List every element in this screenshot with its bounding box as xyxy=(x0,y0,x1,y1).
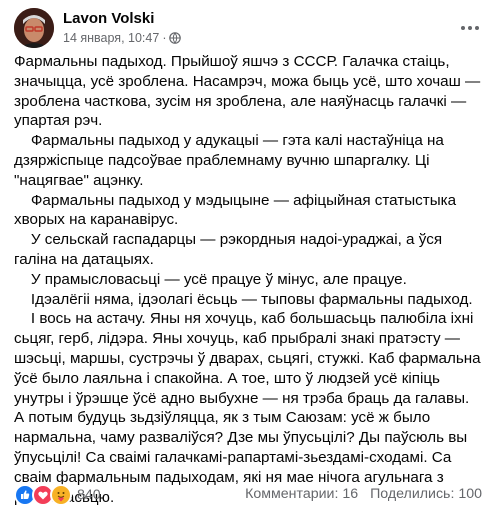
dot-icon xyxy=(468,26,472,30)
separator-dot: · xyxy=(162,31,167,45)
post-paragraph: У сельскай гаспадарцы — рэкордныя надоі-… xyxy=(14,231,447,268)
comments-count[interactable]: Комментарии: 16 xyxy=(245,486,358,502)
post-timestamp[interactable]: 14 января, 10:47 xyxy=(63,31,159,45)
post-paragraph: Фармальны падыход. Прыйшоў яшчэ з СССР. … xyxy=(14,53,485,130)
post-meta: 14 января, 10:47 · xyxy=(63,31,182,47)
reactions-summary[interactable]: 840 xyxy=(14,484,101,506)
post-footer: 840 Комментарии: 16 Поделились: 100 xyxy=(14,484,482,507)
post-body: Фармальны падыход. Прыйшоў яшчэ з СССР. … xyxy=(14,52,482,507)
post-paragraph: І вось на астачу. Яны ня хочуць, каб бол… xyxy=(14,310,481,505)
more-options-button[interactable] xyxy=(456,14,484,42)
post-paragraph: Фармальны падыход у мэдыцыне — афіцыйная… xyxy=(14,191,461,229)
post-paragraph: Фармальны падыход у адукацыі — гэта калі… xyxy=(14,132,449,189)
author-name[interactable]: Lavon Volski xyxy=(63,10,154,27)
post-stats: Комментарии: 16 Поделились: 100 xyxy=(237,486,482,502)
post-header: Lavon Volski 14 января, 10:47 · xyxy=(14,8,484,48)
globe-icon[interactable] xyxy=(169,32,182,47)
avatar[interactable] xyxy=(14,8,54,48)
post-paragraph: Ідэалёгіі няма, ідэолагі ёсьць — тыповы … xyxy=(14,290,473,308)
dot-icon xyxy=(461,26,465,30)
care-icon xyxy=(50,484,72,506)
shares-count[interactable]: Поделились: 100 xyxy=(370,486,482,502)
reaction-count[interactable]: 840 xyxy=(77,487,101,503)
dot-icon xyxy=(475,26,479,30)
post-paragraph: У прамысловасьці — усё працуе ў мінус, а… xyxy=(14,270,407,288)
